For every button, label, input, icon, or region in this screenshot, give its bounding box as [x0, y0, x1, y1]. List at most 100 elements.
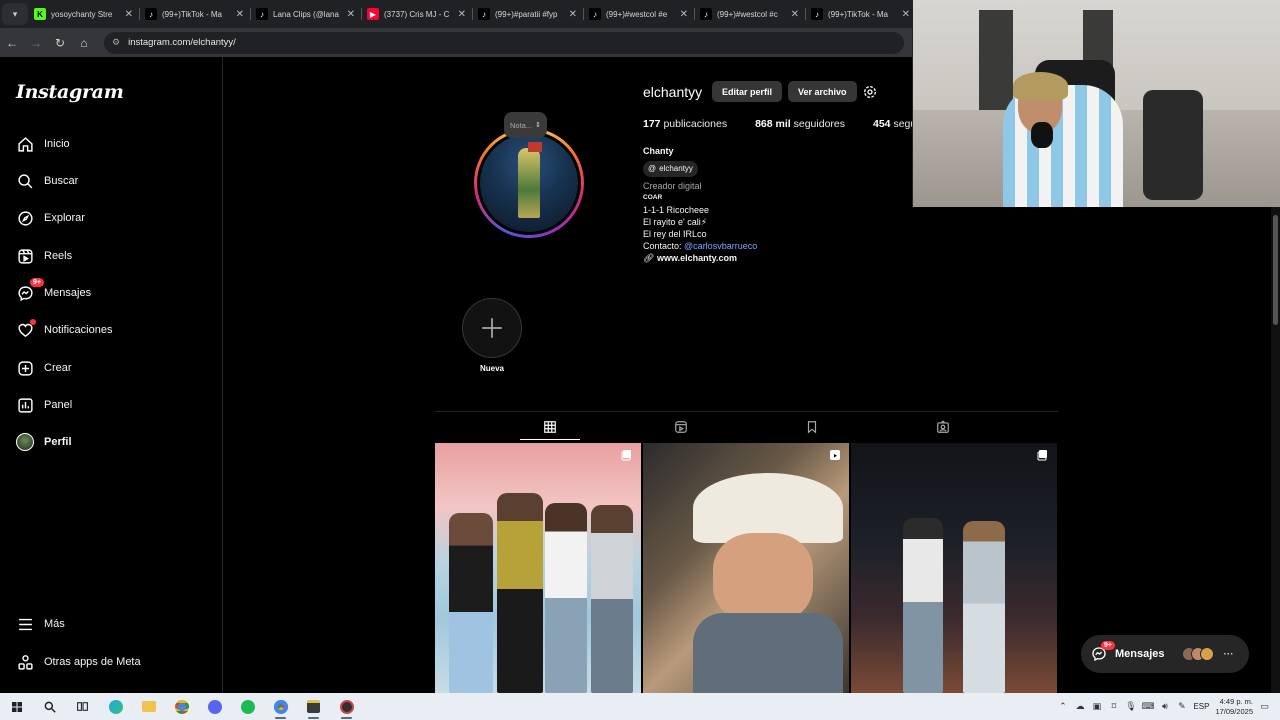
- forward-icon[interactable]: →: [24, 36, 48, 50]
- tab-close-icon[interactable]: ✕: [569, 9, 577, 20]
- profile-picture[interactable]: [474, 128, 584, 238]
- windows-start-icon[interactable]: [0, 693, 33, 720]
- note-bubble[interactable]: Nota... ⇕: [504, 112, 547, 138]
- plus-square-icon: [16, 359, 34, 377]
- sidebar-item-label: Explorar: [44, 212, 85, 224]
- page-scrollbar[interactable]: [1271, 207, 1280, 693]
- language-indicator[interactable]: ESP: [1193, 702, 1209, 711]
- taskbar-search-icon[interactable]: [33, 693, 66, 720]
- website-link[interactable]: 🔗︎ www.elchanty.com: [643, 252, 757, 264]
- tab-tagged[interactable]: [934, 418, 952, 436]
- post-thumbnail[interactable]: [435, 443, 641, 693]
- pen-icon[interactable]: ✎: [1176, 701, 1187, 712]
- sidebar-item-otras-apps[interactable]: Otras apps de Meta: [16, 650, 141, 674]
- link-icon: 🔗︎: [643, 253, 655, 263]
- discord-icon[interactable]: [198, 693, 231, 720]
- settings-gear-icon[interactable]: [861, 83, 879, 101]
- messages-floating-button[interactable]: 9+ Mensajes ···: [1081, 635, 1249, 673]
- app-icon[interactable]: [297, 693, 330, 720]
- sidebar-item-label: Más: [44, 618, 65, 630]
- sidebar-item-panel[interactable]: Panel: [16, 393, 72, 417]
- site-info-icon[interactable]: ⚙: [112, 37, 120, 48]
- tab-favicon-icon: ♪: [811, 8, 823, 20]
- tab-close-icon[interactable]: ✕: [680, 9, 688, 20]
- usb-icon[interactable]: ⌑: [1108, 701, 1119, 712]
- chrome-active-icon[interactable]: [264, 693, 297, 720]
- new-highlight-button[interactable]: [462, 298, 522, 358]
- home-browser-icon[interactable]: ⌂: [72, 36, 96, 50]
- bio-line: 1-1-1 Ricocheee: [643, 205, 710, 215]
- sidebar-item-inicio[interactable]: Inicio: [16, 132, 70, 156]
- tab-close-icon[interactable]: ✕: [458, 9, 466, 20]
- browser-tab[interactable]: ♪ (99+)TikTok - Ma ✕: [139, 3, 250, 25]
- sidebar-item-crear[interactable]: Crear: [16, 356, 72, 380]
- notification-dot: [30, 319, 36, 325]
- tab-close-icon[interactable]: ✕: [125, 9, 133, 20]
- posts-grid: [435, 443, 1058, 693]
- chrome-icon[interactable]: [165, 693, 198, 720]
- tab-saved[interactable]: [803, 418, 821, 436]
- threads-badge[interactable]: @ elchantyy: [643, 161, 698, 177]
- sidebar-item-mas[interactable]: Más: [16, 612, 65, 636]
- file-explorer-icon[interactable]: [132, 693, 165, 720]
- post-thumbnail[interactable]: [851, 443, 1057, 693]
- microphone-icon[interactable]: 🎙︎: [1125, 701, 1136, 712]
- webcam-overlay: [912, 0, 1280, 207]
- instagram-sidebar: Instagram Inicio Buscar Explorar Reels 9…: [0, 57, 223, 693]
- sidebar-item-reels[interactable]: Reels: [16, 244, 72, 268]
- browser-tab[interactable]: ♪ (99+)#paratii #fyp ✕: [472, 3, 583, 25]
- cloud-icon[interactable]: ☁: [1074, 701, 1085, 712]
- instagram-logo[interactable]: Instagram: [16, 81, 124, 103]
- spotify-icon[interactable]: [231, 693, 264, 720]
- chevron-up-icon[interactable]: ⌃: [1057, 701, 1068, 712]
- browser-tab[interactable]: ♪ (99+)#westcol #e ✕: [583, 3, 694, 25]
- browser-tab[interactable]: ♪ (99+)TikTok - Ma ✕: [805, 3, 916, 25]
- bookmark-icon: [807, 421, 817, 434]
- tab-close-icon[interactable]: ✕: [236, 9, 244, 20]
- sidebar-item-label: Panel: [44, 399, 73, 411]
- followers-stat[interactable]: 868 mil seguidores: [755, 118, 845, 130]
- clock[interactable]: 4:49 p. m. 17/09/2025: [1215, 697, 1253, 717]
- tab-close-icon[interactable]: ✕: [347, 9, 355, 20]
- sidebar-item-buscar[interactable]: Buscar: [16, 169, 78, 193]
- sidebar-item-mensajes[interactable]: 9+ Mensajes: [16, 278, 91, 305]
- browser-tab[interactable]: Kyosoychanty Stre ✕: [28, 3, 139, 25]
- tab-close-icon[interactable]: ✕: [902, 9, 910, 20]
- messages-pill-label: Mensajes: [1115, 648, 1165, 660]
- tab-title: Lana Clips (@lana: [273, 9, 339, 19]
- task-view-icon[interactable]: [66, 693, 99, 720]
- tab-close-icon[interactable]: ✕: [791, 9, 799, 20]
- network-icon[interactable]: ⌨: [1141, 701, 1154, 712]
- tray-app-icon[interactable]: ▣: [1091, 701, 1102, 712]
- browser-tab[interactable]: ♪ Lana Clips (@lana ✕: [250, 3, 361, 25]
- view-archive-button[interactable]: Ver archivo: [788, 81, 857, 102]
- chart-icon: [16, 396, 34, 414]
- obs-icon[interactable]: [330, 693, 363, 720]
- tab-title: (99+)TikTok - Ma: [828, 9, 888, 19]
- tab-title: (3737) Cris MJ - C: [384, 9, 450, 19]
- tab-title: (99+)#westcol #c: [717, 9, 778, 19]
- tab-posts[interactable]: [520, 418, 580, 440]
- profile-username: elchantyy: [643, 84, 703, 100]
- volume-icon[interactable]: 🔊︎: [1159, 701, 1170, 712]
- sidebar-item-explorar[interactable]: Explorar: [16, 206, 85, 230]
- contact-handle-link[interactable]: @carlosvbarrueco: [684, 241, 757, 251]
- back-icon[interactable]: ←: [0, 36, 24, 50]
- avatar-icon: [16, 433, 34, 451]
- sidebar-item-perfil[interactable]: Perfil: [16, 430, 72, 454]
- notifications-center-icon[interactable]: ▭: [1259, 701, 1270, 712]
- browser-tab[interactable]: ♪ (99+)#westcol #c ✕: [694, 3, 805, 25]
- edge-icon[interactable]: [99, 693, 132, 720]
- reload-icon[interactable]: ↻: [48, 36, 72, 50]
- browser-tab[interactable]: ▶ (3737) Cris MJ - C ✕: [361, 3, 472, 25]
- tab-search-button[interactable]: ▾: [2, 3, 28, 25]
- profile-category: Creador digital: [643, 181, 702, 191]
- url-text: instagram.com/elchantyy/: [128, 37, 236, 48]
- edit-profile-button[interactable]: Editar perfil: [712, 81, 783, 102]
- sidebar-item-notificaciones[interactable]: Notificaciones: [16, 318, 112, 342]
- post-thumbnail[interactable]: [643, 443, 849, 693]
- reels-tab-icon: [675, 421, 687, 433]
- tab-title: yosoychanty Stre: [51, 9, 113, 19]
- url-field[interactable]: ⚙ instagram.com/elchantyy/: [104, 31, 904, 54]
- tab-reels[interactable]: [672, 418, 690, 436]
